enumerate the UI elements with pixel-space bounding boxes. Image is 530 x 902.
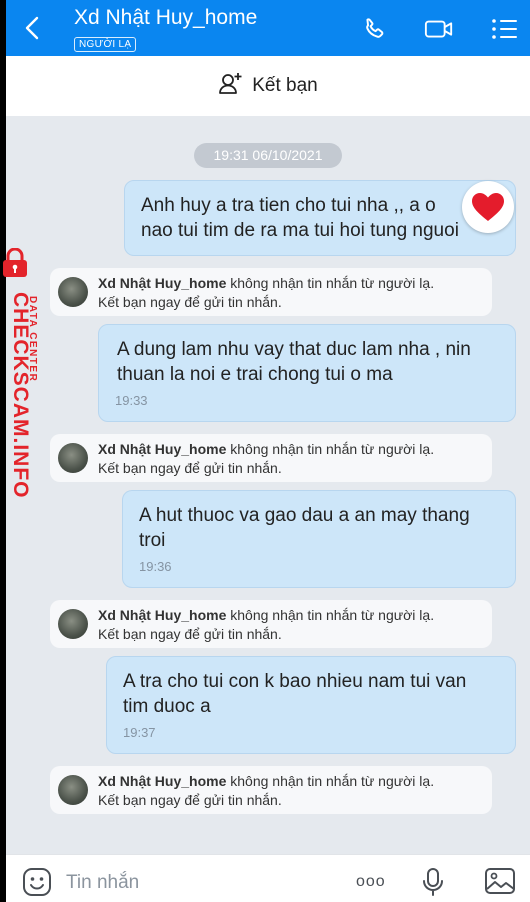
message-bubble[interactable]: A dung lam nhu vay that duc lam nha , ni… — [98, 324, 516, 422]
notice-text: không nhận tin nhắn từ người lạ. — [226, 275, 435, 291]
message-time: 19:37 — [123, 725, 156, 740]
chat-screen: Xd Nhật Huy_home NGƯỜI LẠ Kết bạn 19:31 … — [6, 0, 530, 902]
add-friend-icon — [218, 71, 244, 102]
notice-name: Xd Nhật Huy_home — [98, 275, 227, 291]
message-text: Anh huy a tra tien cho tui nha ,, a o na… — [141, 195, 459, 241]
video-call-icon[interactable] — [424, 14, 454, 44]
notice-cta-text: Kết bạn ngay để gửi tin nhắn. — [98, 294, 282, 310]
notice-text: không nhận tin nhắn từ người lạ. — [226, 773, 435, 789]
message-text: A hut thuoc va gao dau a an may thang tr… — [139, 505, 470, 551]
notice-cta-text: Kết bạn ngay để gửi tin nhắn. — [98, 626, 282, 642]
microphone-icon[interactable] — [422, 867, 444, 902]
phone-icon[interactable] — [360, 14, 390, 44]
heart-reaction-icon[interactable] — [462, 181, 514, 233]
notice-name: Xd Nhật Huy_home — [98, 441, 227, 457]
message-bubble[interactable]: A hut thuoc va gao dau a an may thang tr… — [122, 490, 516, 588]
message-input[interactable]: Tin nhắn — [66, 872, 139, 894]
more-options-icon[interactable]: ooo — [356, 873, 386, 891]
notice-cta-text: Kết bạn ngay để gửi tin nhắn. — [98, 792, 282, 808]
avatar[interactable] — [58, 775, 88, 805]
notice-cta-text: Kết bạn ngay để gửi tin nhắn. — [98, 460, 282, 476]
date-stamp: 19:31 06/10/2021 — [194, 143, 342, 168]
notice-text: không nhận tin nhắn từ người lạ. — [226, 607, 435, 623]
notice-name: Xd Nhật Huy_home — [98, 607, 227, 623]
add-friend-label: Kết bạn — [252, 75, 318, 96]
avatar[interactable] — [58, 609, 88, 639]
chat-header: Xd Nhật Huy_home NGƯỜI LẠ — [6, 0, 530, 56]
notice-name: Xd Nhật Huy_home — [98, 773, 227, 789]
lock-icon — [2, 247, 28, 277]
avatar[interactable] — [58, 443, 88, 473]
add-friend-button[interactable]: Kết bạn — [6, 56, 530, 116]
image-gallery-icon[interactable] — [484, 867, 516, 900]
message-bubble[interactable]: Anh huy a tra tien cho tui nha ,, a o na… — [124, 180, 516, 256]
message-text: A dung lam nhu vay that duc lam nha , ni… — [117, 339, 471, 385]
back-arrow-icon[interactable] — [20, 14, 44, 42]
menu-list-icon[interactable] — [490, 14, 520, 44]
message-bubble[interactable]: A tra cho tui con k bao nhieu nam tui va… — [106, 656, 516, 754]
message-time: 19:36 — [139, 559, 172, 574]
avatar[interactable] — [58, 277, 88, 307]
contact-name[interactable]: Xd Nhật Huy_home — [74, 6, 257, 30]
stranger-notice: Xd Nhật Huy_home không nhận tin nhắn từ … — [50, 268, 492, 316]
stranger-notice: Xd Nhật Huy_home không nhận tin nhắn từ … — [50, 434, 492, 482]
message-composer: Tin nhắn ooo — [6, 854, 530, 902]
watermark-sub: DATA CENTER — [27, 296, 38, 383]
notice-text: không nhận tin nhắn từ người lạ. — [226, 441, 435, 457]
sticker-icon[interactable] — [22, 867, 52, 902]
message-text: A tra cho tui con k bao nhieu nam tui va… — [123, 671, 467, 717]
stranger-notice: Xd Nhật Huy_home không nhận tin nhắn từ … — [50, 600, 492, 648]
stranger-badge: NGƯỜI LẠ — [74, 37, 137, 52]
message-time: 19:33 — [115, 393, 148, 408]
stranger-notice: Xd Nhật Huy_home không nhận tin nhắn từ … — [50, 766, 492, 814]
